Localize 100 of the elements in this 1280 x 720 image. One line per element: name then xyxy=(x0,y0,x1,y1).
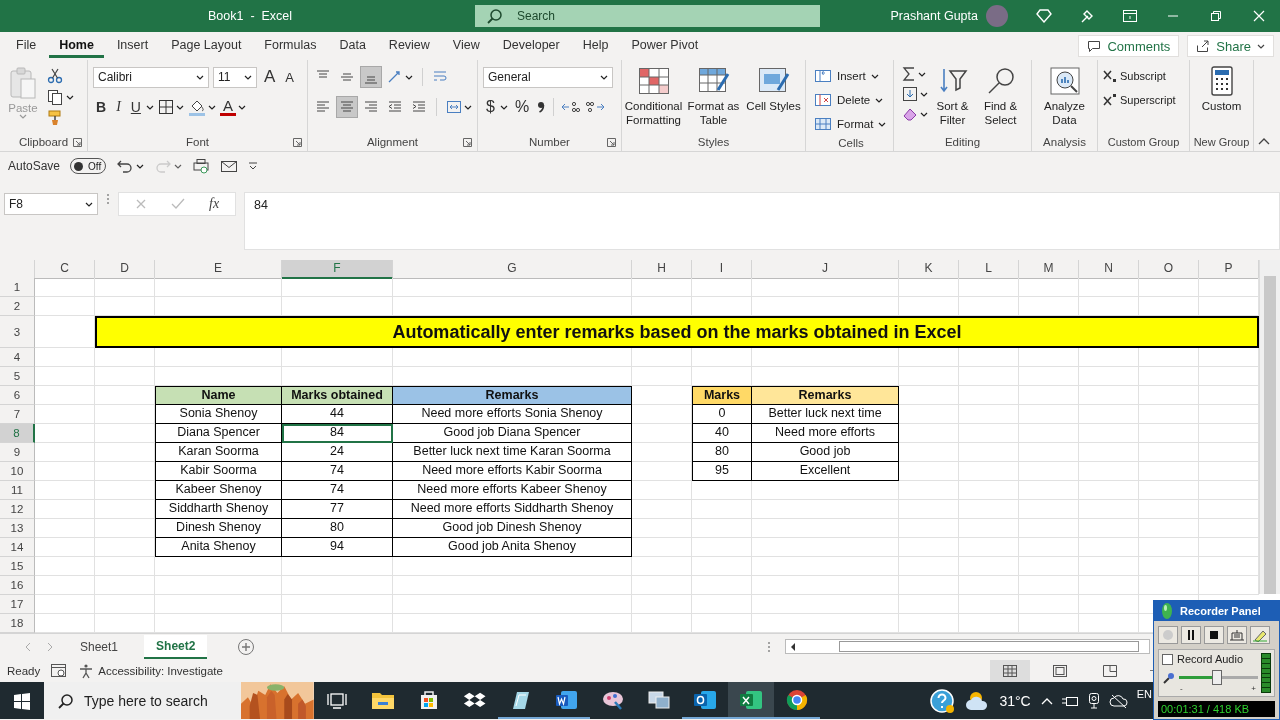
ribbon-button[interactable]: Subscript xyxy=(1103,66,1176,86)
temperature[interactable]: 31°C xyxy=(999,692,1031,709)
user-name[interactable]: Prashant Gupta xyxy=(890,9,978,23)
row-heading[interactable]: 15 xyxy=(0,557,35,576)
checkbox-label: Record Audio xyxy=(1177,653,1244,665)
table-cell: 77 xyxy=(282,500,393,519)
row-heading[interactable]: 6 xyxy=(0,386,35,405)
ribbon-button[interactable]: Analyze Data xyxy=(1035,66,1094,127)
menu-tab[interactable]: Data xyxy=(329,34,376,58)
column-heading[interactable]: D xyxy=(95,260,155,279)
row-heading[interactable]: 2 xyxy=(0,297,35,316)
table-cell: 40 xyxy=(692,424,752,443)
column-heading[interactable]: H xyxy=(632,260,692,279)
row-heading[interactable]: 18 xyxy=(0,614,35,633)
row-heading[interactable]: 7 xyxy=(0,405,35,424)
row-heading[interactable]: 14 xyxy=(0,538,35,557)
table-cell: 80 xyxy=(692,443,752,462)
window-title: Book1 - Excel xyxy=(208,9,294,23)
ribbon-button[interactable]: Sort & Filter xyxy=(929,66,976,127)
menu-tab[interactable]: Page Layout xyxy=(161,34,252,58)
ribbon-button[interactable]: Insert xyxy=(814,66,887,86)
ribbon-button[interactable]: Format xyxy=(814,114,887,134)
column-heading[interactable]: G xyxy=(393,260,632,279)
table-cell: Siddharth Shenoy xyxy=(155,500,282,519)
column-heading[interactable]: J xyxy=(752,260,899,279)
ribbon-button[interactable]: Conditional Formatting xyxy=(624,66,683,127)
underline-button[interactable]: U xyxy=(127,99,144,115)
column-heading[interactable]: K xyxy=(899,260,959,279)
row-heading[interactable]: 13 xyxy=(0,519,35,538)
column-heading[interactable]: N xyxy=(1079,260,1139,279)
menu-tab[interactable]: Formulas xyxy=(254,34,327,58)
percent-button[interactable]: % xyxy=(511,98,533,116)
column-heading[interactable]: L xyxy=(959,260,1019,279)
row-heading[interactable]: 12 xyxy=(0,500,35,519)
menu-tab[interactable]: View xyxy=(442,34,490,58)
column-heading[interactable]: C xyxy=(35,260,95,279)
taskbar-search-field[interactable]: Type here to search xyxy=(44,682,314,719)
ribbon-button[interactable]: Custom xyxy=(1193,66,1250,113)
menu-tab[interactable]: Help xyxy=(572,34,619,58)
sheet-tab[interactable]: Sheet2 xyxy=(144,634,208,659)
accessibility-status[interactable]: Accessibility: Investigate xyxy=(98,664,223,677)
ribbon-button[interactable]: Delete xyxy=(814,90,887,110)
formula-input[interactable]: 84 xyxy=(244,192,1280,250)
menu-tab[interactable]: Home xyxy=(49,34,104,58)
ribbon-button[interactable]: Superscript xyxy=(1103,90,1176,110)
table-cell: 74 xyxy=(282,481,393,500)
table-cell: Kabeer Shenoy xyxy=(155,481,282,500)
status-text: Ready xyxy=(7,664,41,677)
row-heading[interactable]: 10 xyxy=(0,462,35,481)
table-cell: 0 xyxy=(692,405,752,424)
menu-tab[interactable]: Insert xyxy=(106,34,159,58)
column-heading[interactable]: O xyxy=(1139,260,1199,279)
row-heading[interactable]: 4 xyxy=(0,348,35,367)
search-field[interactable]: Search xyxy=(475,5,820,27)
table-cell: Excellent xyxy=(752,462,899,481)
row-heading[interactable]: 9 xyxy=(0,443,35,462)
menu-tab[interactable]: File xyxy=(6,34,47,58)
column-heading[interactable]: I xyxy=(692,260,752,279)
number-format-field[interactable]: General xyxy=(483,66,613,88)
row-heading[interactable]: 17 xyxy=(0,595,35,614)
menu-tab[interactable]: Review xyxy=(378,34,440,58)
menu-tab[interactable]: Developer xyxy=(492,34,570,58)
autosave-label: AutoSave xyxy=(8,159,61,173)
table-cell: Good job Diana Spencer xyxy=(393,424,632,443)
name-box[interactable]: F8 xyxy=(4,193,98,215)
table-cell: Kabir Soorma xyxy=(155,462,282,481)
ribbon-button[interactable]: Find & Select xyxy=(977,66,1024,127)
table-cell: Need more efforts Siddharth Shenoy xyxy=(393,500,632,519)
menu-tab[interactable]: Power Pivot xyxy=(621,34,709,58)
font-size-field[interactable]: 11 xyxy=(213,66,257,88)
row-heading[interactable]: 1 xyxy=(0,278,35,297)
row-heading[interactable]: 16 xyxy=(0,576,35,595)
grow-font-button[interactable]: A xyxy=(261,67,279,87)
shrink-font-button[interactable]: A xyxy=(282,69,297,85)
row-heading[interactable]: 5 xyxy=(0,367,35,386)
bold-button[interactable]: B xyxy=(93,99,110,115)
currency-button[interactable]: $ xyxy=(483,98,498,116)
panel-title: Recorder Panel xyxy=(1180,605,1261,617)
row-heading[interactable]: 8 xyxy=(0,424,35,443)
row-heading[interactable]: 11 xyxy=(0,481,35,500)
comments-button[interactable]: Comments xyxy=(1078,35,1180,57)
banner-title: Automatically enter remarks based on the marks obtained in Excel xyxy=(95,316,1259,348)
group-label: Styles xyxy=(697,136,730,148)
language-indicator[interactable]: EN xyxy=(1136,687,1152,700)
table-cell: Diana Spencer xyxy=(155,424,282,443)
share-button[interactable]: Share xyxy=(1187,35,1274,57)
font-name-field[interactable]: Calibri xyxy=(93,66,209,88)
column-heading[interactable]: M xyxy=(1019,260,1079,279)
ribbon-button[interactable]: Cell Styles xyxy=(744,66,803,113)
column-heading[interactable]: F xyxy=(282,260,393,279)
sheet-tab[interactable]: Sheet1 xyxy=(68,634,131,659)
column-header: Remarks xyxy=(752,386,899,405)
group-label: Cells xyxy=(838,136,864,149)
group-label: Custom Group xyxy=(1107,136,1180,148)
font-color-button[interactable]: A xyxy=(219,98,236,116)
italic-button[interactable]: I xyxy=(113,99,124,115)
column-header: Marks xyxy=(692,386,752,405)
row-heading[interactable]: 3 xyxy=(0,316,35,348)
insert-function-button[interactable]: fx xyxy=(209,196,220,212)
ribbon-button[interactable]: Format as Table xyxy=(684,66,743,127)
